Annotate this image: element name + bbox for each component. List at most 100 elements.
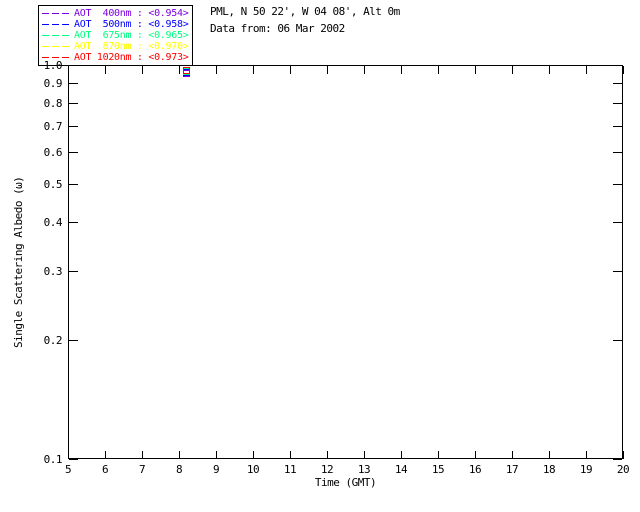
- x-axis-top-tick: [179, 66, 180, 74]
- legend-label-aot-400nm: AOT 400nm : <0.954>: [74, 8, 189, 19]
- x-axis-tick: [438, 451, 439, 459]
- y-tick-label: 1.0: [43, 59, 63, 72]
- y-tick-label: 0.2: [43, 334, 63, 347]
- y-tick-label: 0.3: [43, 265, 63, 278]
- legend-dash-sample-aot-1020nm: [42, 57, 69, 58]
- x-tick-label: 8: [175, 463, 183, 476]
- x-axis-tick: [401, 451, 402, 459]
- x-axis-top-tick: [512, 66, 513, 74]
- legend-entry-aot-675nm: AOT 675nm : <0.965>: [42, 30, 189, 41]
- x-tick-label: 9: [212, 463, 220, 476]
- x-tick-label: 15: [431, 463, 445, 476]
- x-axis-top-tick: [475, 66, 476, 74]
- x-axis-tick: [512, 451, 513, 459]
- x-tick-label: 6: [101, 463, 109, 476]
- x-axis-top-tick: [623, 66, 624, 74]
- x-axis-top-tick: [142, 66, 143, 74]
- x-tick-label: 12: [320, 463, 334, 476]
- x-axis-top-tick: [216, 66, 217, 74]
- y-axis-tick: [69, 340, 78, 341]
- data-marker-aot-1020nm: [183, 67, 190, 74]
- y-axis-tick: [69, 271, 78, 272]
- x-axis-tick: [290, 451, 291, 459]
- y-axis-right-tick: [613, 340, 622, 341]
- legend-entry-aot-1020nm: AOT 1020nm : <0.973>: [42, 52, 189, 63]
- x-axis-top-tick: [327, 66, 328, 74]
- x-axis-tick: [586, 451, 587, 459]
- x-axis-tick: [179, 451, 180, 459]
- y-axis-right-tick: [613, 222, 622, 223]
- x-axis-tick: [68, 451, 69, 459]
- legend-dash-sample-aot-675nm: [42, 35, 69, 36]
- x-axis-tick: [364, 451, 365, 459]
- y-axis-right-tick: [613, 126, 622, 127]
- x-tick-label: 17: [505, 463, 519, 476]
- y-axis-right-tick: [613, 184, 622, 185]
- y-axis-tick: [69, 184, 78, 185]
- plot-frame: [68, 65, 623, 459]
- x-axis-tick: [475, 451, 476, 459]
- y-axis-right-tick: [613, 152, 622, 153]
- x-axis-top-tick: [401, 66, 402, 74]
- y-tick-label: 0.8: [43, 97, 63, 110]
- plot-date-line: Data from: 06 Mar 2002: [210, 22, 345, 35]
- x-axis-label: Time (GMT): [314, 476, 377, 489]
- y-axis-label: Single Scattering Albedo (ω): [12, 176, 25, 348]
- x-axis-tick: [105, 451, 106, 459]
- x-axis-top-tick: [364, 66, 365, 74]
- y-tick-label: 0.4: [43, 216, 63, 229]
- x-axis-top-tick: [68, 66, 69, 74]
- y-tick-label: 0.9: [43, 77, 63, 90]
- legend-label-aot-1020nm: AOT 1020nm : <0.973>: [74, 52, 189, 63]
- legend-dash-sample-aot-400nm: [42, 13, 69, 14]
- legend-dash-sample-aot-870nm: [42, 46, 69, 47]
- x-axis-top-tick: [549, 66, 550, 74]
- x-tick-label: 18: [542, 463, 556, 476]
- y-axis-tick: [69, 65, 78, 66]
- y-axis-tick: [69, 103, 78, 104]
- y-tick-label: 0.6: [43, 146, 63, 159]
- legend-label-aot-500nm: AOT 500nm : <0.958>: [74, 19, 189, 30]
- x-tick-label: 11: [283, 463, 297, 476]
- legend-entry-aot-870nm: AOT 870nm : <0.970>: [42, 41, 189, 52]
- x-axis-tick: [549, 451, 550, 459]
- x-tick-label: 7: [138, 463, 146, 476]
- legend-label-aot-870nm: AOT 870nm : <0.970>: [74, 41, 189, 52]
- y-axis-right-tick: [613, 103, 622, 104]
- legend-entry-aot-400nm: AOT 400nm : <0.954>: [42, 8, 189, 19]
- x-axis-top-tick: [253, 66, 254, 74]
- y-axis-tick: [69, 126, 78, 127]
- legend-entry-aot-500nm: AOT 500nm : <0.958>: [42, 19, 189, 30]
- y-axis-tick: [69, 83, 78, 84]
- y-axis-right-tick: [613, 459, 622, 460]
- legend-box: AOT 400nm : <0.954> AOT 500nm : <0.958> AO…: [38, 5, 194, 66]
- x-axis-tick: [327, 451, 328, 459]
- y-axis-tick: [69, 459, 78, 460]
- y-tick-label: 0.7: [43, 120, 63, 133]
- y-axis-tick: [69, 222, 78, 223]
- x-tick-label: 13: [357, 463, 371, 476]
- y-tick-label: 0.1: [43, 453, 63, 466]
- x-tick-label: 16: [468, 463, 482, 476]
- x-axis-tick: [623, 451, 624, 459]
- y-axis-right-tick: [613, 65, 622, 66]
- legend-dash-sample-aot-500nm: [42, 24, 69, 25]
- x-axis-tick: [253, 451, 254, 459]
- x-tick-label: 19: [579, 463, 593, 476]
- x-axis-tick: [216, 451, 217, 459]
- plot-window: AOT 400nm : <0.954> AOT 500nm : <0.958> AO…: [0, 0, 640, 512]
- x-axis-top-tick: [105, 66, 106, 74]
- y-axis-right-tick: [613, 83, 622, 84]
- plot-title: PML, N 50 22', W 04 08', Alt 0m: [210, 5, 400, 18]
- x-axis-top-tick: [438, 66, 439, 74]
- x-axis-top-tick: [290, 66, 291, 74]
- x-tick-label: 14: [394, 463, 408, 476]
- x-axis-tick: [142, 451, 143, 459]
- y-axis-tick: [69, 152, 78, 153]
- x-tick-label: 20: [616, 463, 630, 476]
- legend-label-aot-675nm: AOT 675nm : <0.965>: [74, 30, 189, 41]
- y-tick-label: 0.5: [43, 178, 63, 191]
- x-tick-label: 10: [246, 463, 260, 476]
- x-axis-top-tick: [586, 66, 587, 74]
- y-axis-right-tick: [613, 271, 622, 272]
